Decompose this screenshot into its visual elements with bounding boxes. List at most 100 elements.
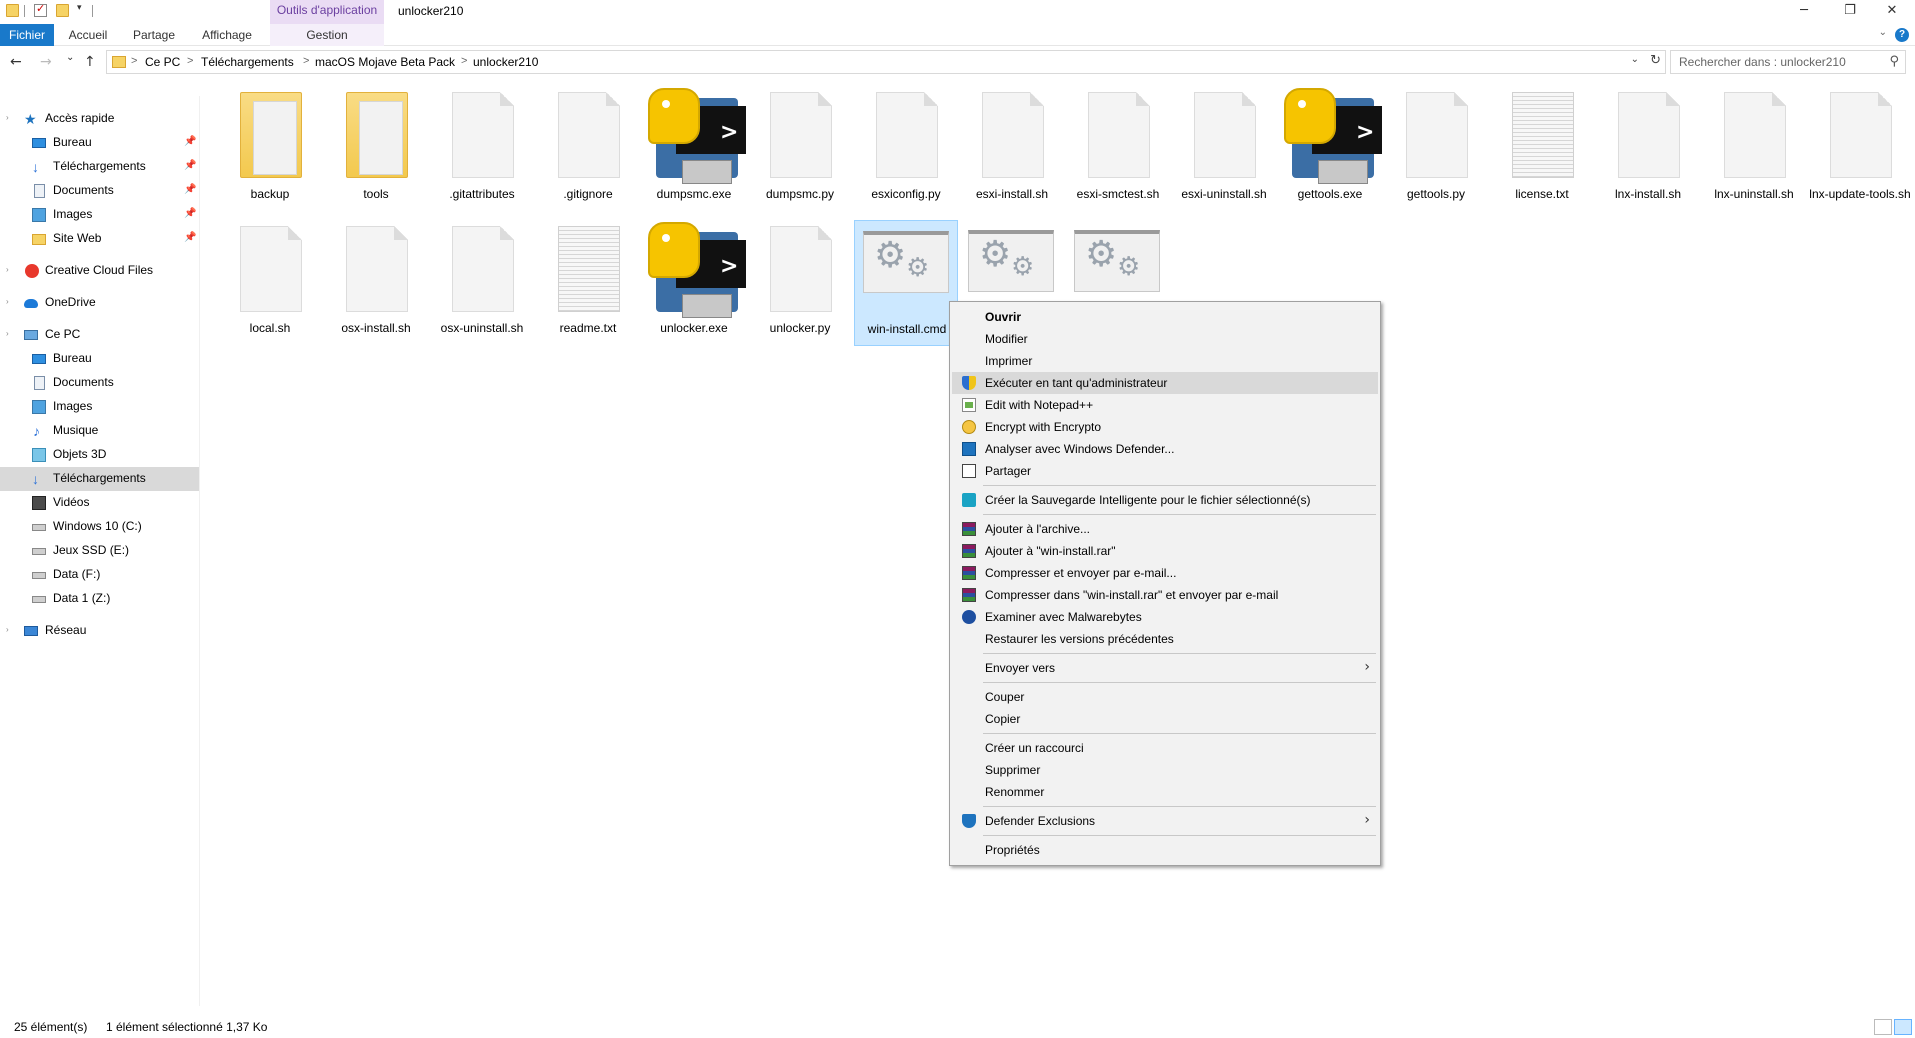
pin-icon[interactable]: 📌 xyxy=(184,136,196,147)
refresh-icon[interactable]: ↻ xyxy=(1650,53,1661,68)
search-box[interactable]: ⚲ xyxy=(1670,50,1906,74)
sidebar-item-musique[interactable]: ♪ Musique xyxy=(0,419,199,443)
file-item-esxi-install[interactable]: esxi-install.sh xyxy=(960,86,1064,212)
breadcrumb-ce-pc[interactable]: Ce PC xyxy=(145,55,180,69)
sidebar-item-jeux-ssd-e[interactable]: Jeux SSD (E:) xyxy=(0,539,199,563)
menu-item-partager[interactable]: Partager xyxy=(952,460,1378,482)
expander-icon[interactable]: › xyxy=(6,625,9,634)
search-icon[interactable]: ⚲ xyxy=(1889,54,1899,69)
sidebar-item-reseau[interactable]: › Réseau xyxy=(0,619,199,643)
menu-item-proprietes[interactable]: Propriétés xyxy=(952,839,1378,861)
menu-item-compresser-email[interactable]: Compresser et envoyer par e-mail... xyxy=(952,562,1378,584)
file-item-lnx-update-tools[interactable]: lnx-update-tools.sh xyxy=(1808,86,1912,212)
menu-item-defender-exclusions[interactable]: Defender Exclusions › xyxy=(952,810,1378,832)
menu-item-modifier[interactable]: Modifier xyxy=(952,328,1378,350)
file-item-esxi-uninstall[interactable]: esxi-uninstall.sh xyxy=(1172,86,1276,212)
forward-arrow-icon[interactable]: → xyxy=(40,54,52,70)
pin-icon[interactable]: 📌 xyxy=(184,184,196,195)
file-item-esxiconfig-py[interactable]: esxiconfig.py xyxy=(854,86,958,212)
file-item-lnx-install[interactable]: lnx-install.sh xyxy=(1596,86,1700,212)
minimize-button[interactable]: ─ xyxy=(1781,0,1827,24)
recent-locations-icon[interactable]: ⌄ xyxy=(66,52,74,63)
menu-item-ajouter-archive[interactable]: Ajouter à l'archive... xyxy=(952,518,1378,540)
file-item-dumpsmc-py[interactable]: dumpsmc.py xyxy=(748,86,852,212)
sidebar-item-objets-3d[interactable]: Objets 3D xyxy=(0,443,199,467)
sidebar-item-images-pc[interactable]: Images xyxy=(0,395,199,419)
restore-button[interactable]: ❐ xyxy=(1827,0,1873,24)
file-item-lnx-uninstall[interactable]: lnx-uninstall.sh xyxy=(1702,86,1806,212)
menu-item-ajouter-rar[interactable]: Ajouter à "win-install.rar" xyxy=(952,540,1378,562)
expander-icon[interactable]: › xyxy=(6,329,9,338)
sidebar-item-telechargements[interactable]: ↓ Téléchargements 📌 xyxy=(0,155,199,179)
large-icons-view-button[interactable] xyxy=(1894,1019,1912,1035)
sidebar-item-videos[interactable]: Vidéos xyxy=(0,491,199,515)
back-arrow-icon[interactable]: ← xyxy=(10,54,22,70)
properties-icon[interactable] xyxy=(34,2,47,17)
file-item-readme-txt[interactable]: readme.txt xyxy=(536,220,640,346)
file-item-osx-uninstall[interactable]: osx-uninstall.sh xyxy=(430,220,534,346)
tab-partage[interactable]: Partage xyxy=(128,24,180,46)
menu-item-supprimer[interactable]: Supprimer xyxy=(952,759,1378,781)
menu-item-sauvegarde[interactable]: Créer la Sauvegarde Intelligente pour le… xyxy=(952,489,1378,511)
chevron-right-icon[interactable]: > xyxy=(303,55,309,67)
menu-item-envoyer-vers[interactable]: Envoyer vers › xyxy=(952,657,1378,679)
file-item-dumpsmc-exe[interactable]: > dumpsmc.exe xyxy=(642,86,746,212)
expander-icon[interactable]: › xyxy=(6,265,9,274)
pin-icon[interactable]: 📌 xyxy=(184,208,196,219)
sidebar-item-creative-cloud[interactable]: › Creative Cloud Files xyxy=(0,259,199,283)
breadcrumb-unlocker210[interactable]: unlocker210 xyxy=(473,55,538,69)
menu-item-compresser-rar-email[interactable]: Compresser dans "win-install.rar" et env… xyxy=(952,584,1378,606)
sidebar-item-images[interactable]: Images 📌 xyxy=(0,203,199,227)
menu-item-malwarebytes[interactable]: Examiner avec Malwarebytes xyxy=(952,606,1378,628)
chevron-down-icon[interactable]: ⌄ xyxy=(1631,54,1639,65)
sidebar-item-windows-c[interactable]: Windows 10 (C:) xyxy=(0,515,199,539)
sidebar-item-data1-z[interactable]: Data 1 (Z:) xyxy=(0,587,199,611)
pin-icon[interactable]: 📌 xyxy=(184,232,196,243)
file-item-osx-install[interactable]: osx-install.sh xyxy=(324,220,428,346)
up-arrow-icon[interactable]: ↑ xyxy=(84,54,96,70)
close-button[interactable]: ✕ xyxy=(1869,0,1915,24)
file-item-esxi-smctest[interactable]: esxi-smctest.sh xyxy=(1066,86,1170,212)
sidebar-item-documents-pc[interactable]: Documents xyxy=(0,371,199,395)
menu-item-notepad-plus-plus[interactable]: Edit with Notepad++ xyxy=(952,394,1378,416)
expander-icon[interactable]: › xyxy=(6,297,9,306)
breadcrumb-telechargements[interactable]: Téléchargements xyxy=(201,55,294,69)
file-item-gettools-exe[interactable]: > gettools.exe xyxy=(1278,86,1382,212)
breadcrumb-macos-mojave[interactable]: macOS Mojave Beta Pack xyxy=(315,55,455,69)
expander-icon[interactable]: › xyxy=(6,113,9,122)
menu-item-windows-defender[interactable]: Analyser avec Windows Defender... xyxy=(952,438,1378,460)
sidebar-item-bureau-pc[interactable]: Bureau xyxy=(0,347,199,371)
file-item-gettools-py[interactable]: gettools.py xyxy=(1384,86,1488,212)
file-item-gitattributes[interactable]: .gitattributes xyxy=(430,86,534,212)
chevron-right-icon[interactable]: > xyxy=(461,55,467,67)
address-bar[interactable]: > Ce PC > Téléchargements > macOS Mojave… xyxy=(106,50,1666,74)
menu-item-restaurer-versions[interactable]: Restaurer les versions précédentes xyxy=(952,628,1378,650)
menu-item-couper[interactable]: Couper xyxy=(952,686,1378,708)
menu-item-creer-raccourci[interactable]: Créer un raccourci xyxy=(952,737,1378,759)
quick-access-dropdown-icon[interactable]: ▾ xyxy=(77,2,82,13)
tab-gestion[interactable]: Gestion xyxy=(270,24,384,46)
chevron-down-icon[interactable]: ⌄ xyxy=(1879,27,1887,38)
file-item-gitignore[interactable]: .gitignore xyxy=(536,86,640,212)
sidebar-item-ce-pc[interactable]: › Ce PC xyxy=(0,323,199,347)
sidebar-item-acces-rapide[interactable]: › ★ Accès rapide xyxy=(0,107,199,131)
file-item-win-install-cmd[interactable]: ⚙ ⚙ win-install.cmd xyxy=(854,220,958,346)
tab-affichage[interactable]: Affichage xyxy=(196,24,258,46)
file-item-backup[interactable]: backup xyxy=(218,86,322,212)
menu-item-imprimer[interactable]: Imprimer xyxy=(952,350,1378,372)
chevron-right-icon[interactable]: > xyxy=(187,55,193,67)
sidebar-item-bureau[interactable]: Bureau 📌 xyxy=(0,131,199,155)
pin-icon[interactable]: 📌 xyxy=(184,160,196,171)
chevron-right-icon[interactable]: > xyxy=(131,55,137,67)
menu-item-encrypto[interactable]: Encrypt with Encrypto xyxy=(952,416,1378,438)
sidebar-item-data-f[interactable]: Data (F:) xyxy=(0,563,199,587)
file-item-license-txt[interactable]: license.txt xyxy=(1490,86,1594,212)
tab-accueil[interactable]: Accueil xyxy=(64,24,112,46)
help-icon[interactable]: ? xyxy=(1895,28,1909,42)
sidebar-item-documents[interactable]: Documents 📌 xyxy=(0,179,199,203)
file-item-unlocker-py[interactable]: unlocker.py xyxy=(748,220,852,346)
search-input[interactable] xyxy=(1671,51,1876,73)
file-item-local-sh[interactable]: local.sh xyxy=(218,220,322,346)
menu-item-ouvrir[interactable]: Ouvrir xyxy=(952,306,1378,328)
menu-item-executer-admin[interactable]: Exécuter en tant qu'administrateur xyxy=(952,372,1378,394)
